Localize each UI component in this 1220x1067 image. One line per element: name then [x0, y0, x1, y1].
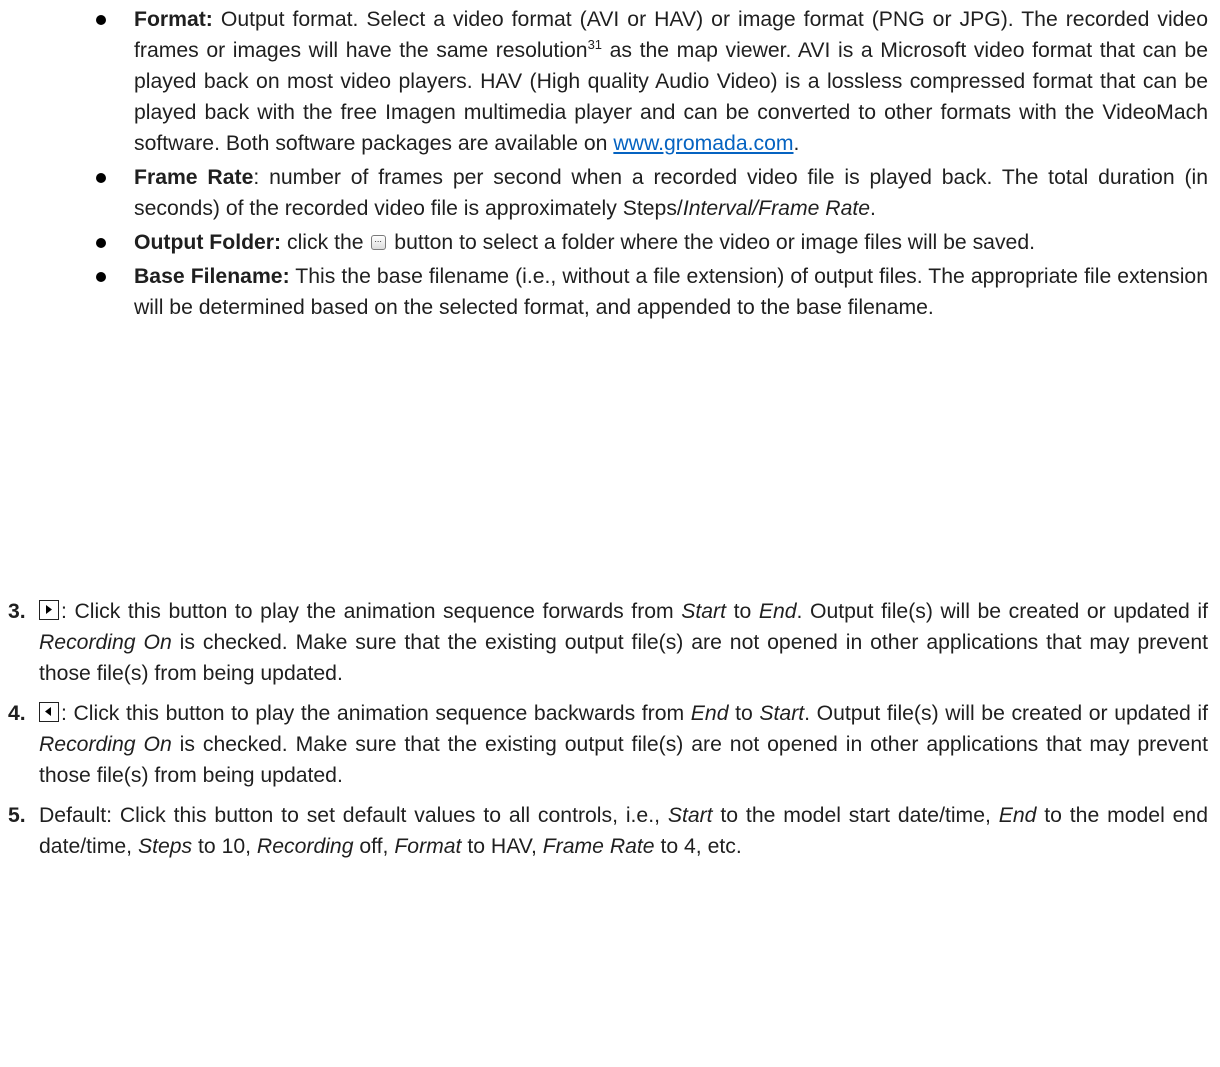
item-text: off,	[353, 835, 395, 858]
play-backward-icon	[39, 702, 59, 722]
item-play-backward: 4. : Click this button to play the animat…	[0, 698, 1208, 791]
item-text: to 4, etc.	[654, 835, 742, 858]
item-number: 3.	[8, 600, 26, 623]
bullet-text: button to select a folder where the vide…	[388, 231, 1035, 254]
item-text: . Output file(s) will be created or upda…	[796, 600, 1208, 623]
item-text: . Output file(s) will be created or upda…	[804, 702, 1208, 725]
item-text: : Click this button to play the animatio…	[61, 702, 691, 725]
bullet-text: click the	[281, 231, 370, 254]
play-forward-icon	[39, 600, 59, 620]
item-text: to	[728, 702, 760, 725]
bullet-dot-icon	[96, 15, 106, 25]
bullet-dot-icon	[96, 173, 106, 183]
item-emphasis: Start	[667, 804, 713, 827]
bullet-label: Base Filename:	[134, 265, 290, 288]
bullet-dot-icon	[96, 272, 106, 282]
bullet-dot-icon	[96, 238, 106, 248]
item-text: to	[726, 600, 759, 623]
item-emphasis: End	[690, 702, 729, 725]
item-text: is checked. Make sure that the existing …	[39, 631, 1208, 685]
item-text: is checked. Make sure that the existing …	[39, 733, 1208, 787]
item-emphasis: Format	[394, 835, 462, 858]
gromada-link[interactable]: www.gromada.com	[613, 132, 793, 155]
bullet-text: This the base filename (i.e., without a …	[134, 265, 1208, 319]
item-emphasis: Frame Rate	[542, 835, 655, 858]
bullet-text: .	[870, 197, 876, 220]
browse-button-icon	[371, 224, 387, 255]
bullet-base-filename: Base Filename: This the base filename (i…	[96, 261, 1208, 323]
item-emphasis: Recording	[256, 835, 354, 858]
item-emphasis: Start	[681, 600, 726, 623]
bullet-format: Format: Output format. Select a video fo…	[96, 4, 1208, 159]
item-text: : Click this button to play the animatio…	[61, 600, 682, 623]
item-text: to HAV,	[461, 835, 543, 858]
item-emphasis: End	[998, 804, 1037, 827]
document-page: Format: Output format. Select a video fo…	[0, 0, 1220, 1067]
footnote-ref[interactable]: 31	[588, 37, 602, 52]
item-default: 5. Default: Click this button to set defa…	[0, 800, 1208, 862]
bullet-output-folder: Output Folder: click the button to selec…	[96, 224, 1208, 258]
item-emphasis: Start	[759, 702, 805, 725]
numbered-list: 3. : Click this button to play the animat…	[0, 596, 1208, 862]
bullet-frame-rate: Frame Rate: number of frames per second …	[96, 162, 1208, 224]
item-number: 5.	[8, 804, 26, 827]
item-text: to the model start date/time,	[712, 804, 999, 827]
bullet-list: Format: Output format. Select a video fo…	[96, 4, 1208, 326]
bullet-label: Frame Rate	[134, 166, 254, 189]
bullet-label: Format:	[134, 8, 213, 31]
item-number: 4.	[8, 702, 26, 725]
bullet-emphasis: Interval/Frame Rate	[682, 197, 871, 220]
bullet-text: .	[793, 132, 800, 155]
item-play-forward: 3. : Click this button to play the animat…	[0, 596, 1208, 689]
item-emphasis: End	[758, 600, 797, 623]
item-text: to 10,	[192, 835, 257, 858]
item-emphasis: Steps	[137, 835, 193, 858]
bullet-text: : number of frames per second when a rec…	[134, 166, 1209, 220]
bullet-label: Output Folder:	[134, 231, 282, 254]
item-text: Default: Click this button to set defaul…	[39, 804, 668, 827]
item-emphasis: Recording On	[39, 733, 172, 756]
item-emphasis: Recording On	[39, 631, 172, 654]
